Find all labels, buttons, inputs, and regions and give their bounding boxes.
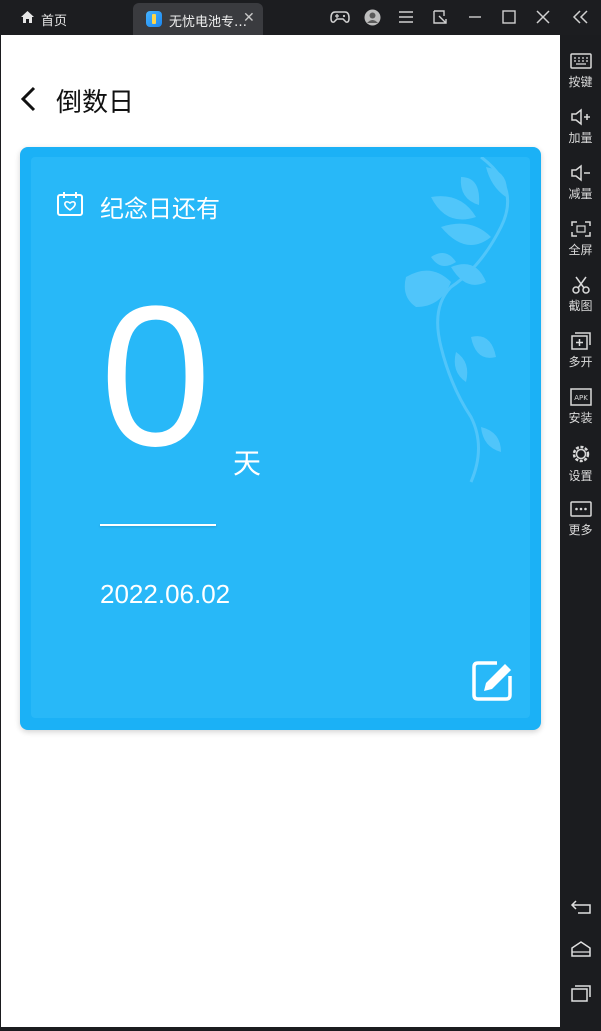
countdown-card[interactable]: 纪念日还有 0 天 2022.06.02 <box>20 147 541 730</box>
svg-text:APK: APK <box>574 394 588 402</box>
minimize-icon[interactable] <box>467 9 483 30</box>
app-tab-label: 无忧电池专… <box>169 15 248 30</box>
collapse-icon[interactable] <box>572 9 590 30</box>
sidebar-item-label: 安装 <box>568 411 593 425</box>
sidebar-item-volume-up[interactable]: 加量 <box>560 108 601 164</box>
sidebar-item-label: 加量 <box>568 131 593 145</box>
home-tab-label: 首页 <box>41 14 68 29</box>
gamepad-icon[interactable] <box>330 9 350 30</box>
nav-home-icon[interactable] <box>570 939 592 959</box>
menu-icon[interactable] <box>398 9 414 30</box>
back-icon[interactable] <box>17 85 41 113</box>
sidebar-item-install[interactable]: APK 安装 <box>560 388 601 444</box>
sidebar-item-settings[interactable]: 设置 <box>560 444 601 500</box>
divider <box>100 524 216 526</box>
title-bar: 首页 无忧电池专… ✕ <box>0 0 601 35</box>
vine-decoration-icon <box>404 157 510 483</box>
home-tab[interactable]: 首页 <box>0 0 128 35</box>
popout-icon[interactable] <box>432 9 448 30</box>
more-icon <box>569 501 592 517</box>
sidebar-item-label: 按键 <box>568 75 593 89</box>
sidebar-item-label: 全屏 <box>568 243 593 257</box>
keyboard-icon <box>569 53 592 69</box>
sidebar-item-label: 截图 <box>568 299 593 313</box>
sidebar-item-label: 多开 <box>568 355 593 369</box>
app-icon <box>146 11 162 27</box>
app-screen: 倒数日 纪念日还有 0 天 2022.06.02 <box>1 35 560 1027</box>
anniversary-heading: 纪念日还有 <box>100 195 220 223</box>
sidebar-item-more[interactable]: 更多 <box>560 500 601 556</box>
sidebar-item-multi-instance[interactable]: 多开 <box>560 332 601 388</box>
target-date: 2022.06.02 <box>100 579 231 609</box>
days-remaining: 0 <box>100 265 212 488</box>
volume-up-icon <box>570 108 590 126</box>
maximize-icon[interactable] <box>501 9 517 30</box>
close-icon[interactable] <box>535 9 551 30</box>
page-title: 倒数日 <box>56 88 135 118</box>
avatar-icon[interactable] <box>364 9 381 31</box>
app-tab[interactable]: 无忧电池专… ✕ <box>133 3 263 35</box>
multi-instance-icon <box>570 332 591 350</box>
sidebar-item-label: 更多 <box>568 523 593 537</box>
sidebar-item-keys[interactable]: 按键 <box>560 52 601 108</box>
calendar-heart-icon <box>56 191 84 222</box>
sidebar-item-fullscreen[interactable]: 全屏 <box>560 220 601 276</box>
scissors-icon <box>571 276 590 294</box>
home-icon <box>20 10 35 29</box>
emulator-sidebar: 按键 加量 减量 全屏 截图 多开 APK 安装 设置 更多 <box>560 35 601 1031</box>
days-unit: 天 <box>233 447 262 480</box>
nav-recents-icon[interactable] <box>570 983 592 1003</box>
edit-icon[interactable] <box>471 660 513 702</box>
nav-back-icon[interactable] <box>570 897 592 917</box>
apk-icon: APK <box>569 388 592 406</box>
countdown-card-inner: 纪念日还有 0 天 2022.06.02 <box>31 157 530 718</box>
sidebar-item-screenshot[interactable]: 截图 <box>560 276 601 332</box>
tab-close-icon[interactable]: ✕ <box>243 9 255 26</box>
sidebar-item-label: 减量 <box>568 187 593 201</box>
fullscreen-icon <box>570 221 591 237</box>
volume-down-icon <box>570 164 590 182</box>
settings-icon <box>572 445 589 463</box>
sidebar-item-label: 设置 <box>568 469 593 483</box>
sidebar-item-volume-down[interactable]: 减量 <box>560 164 601 220</box>
